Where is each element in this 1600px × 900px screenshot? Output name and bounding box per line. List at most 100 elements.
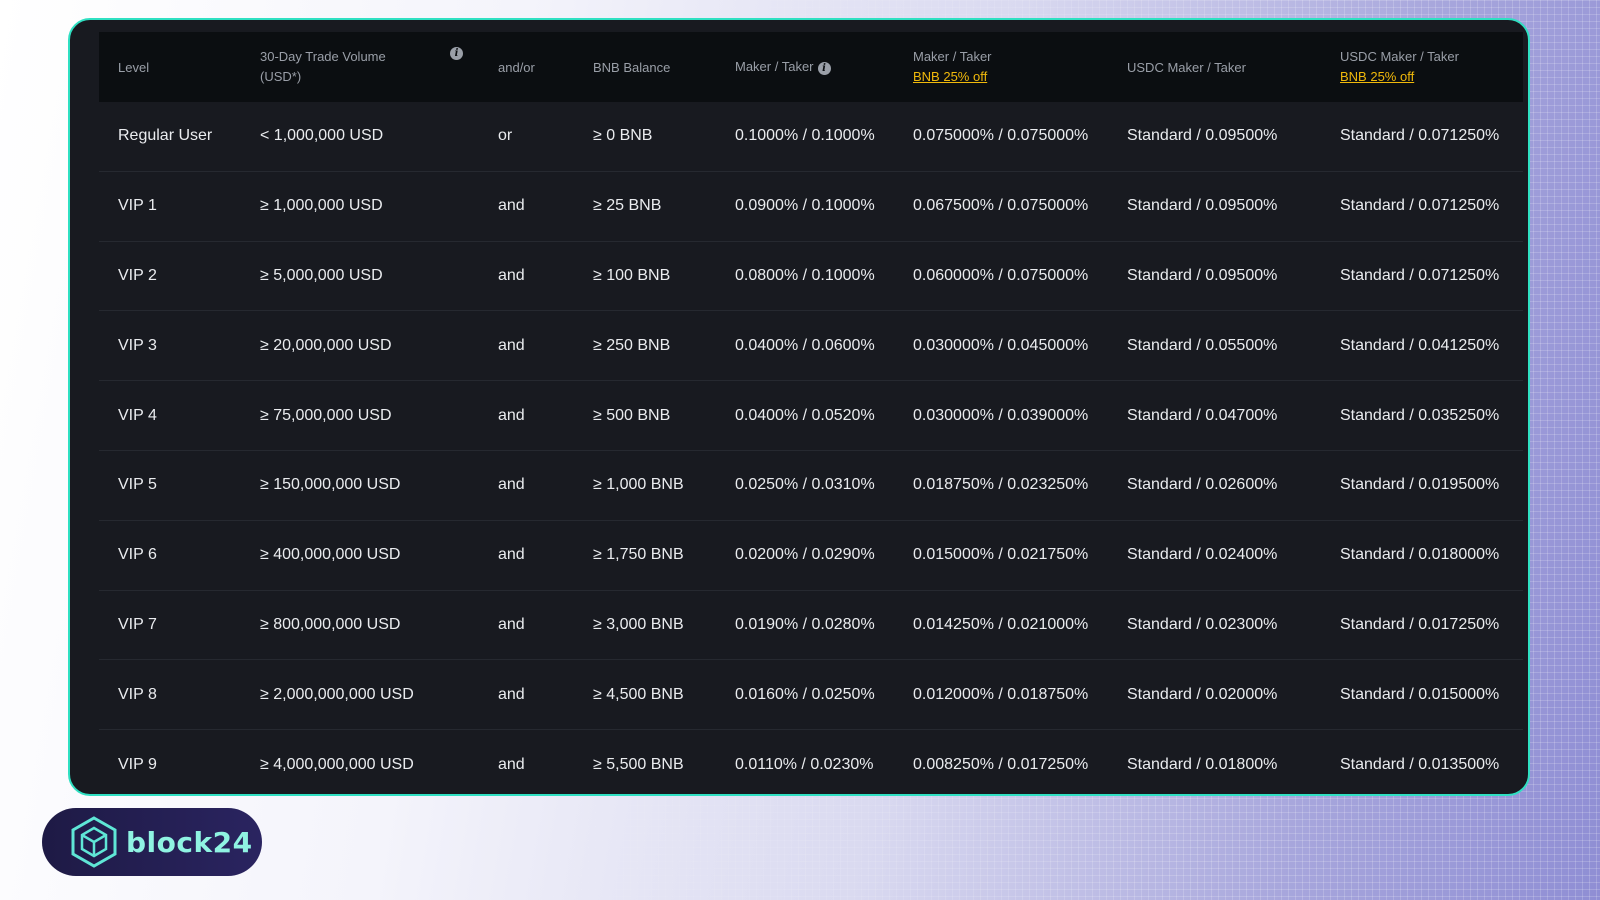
cell-volume: ≥ 4,000,000,000 USD bbox=[260, 756, 414, 774]
table-row: VIP 2 ≥ 5,000,000 USD and ≥ 100 BNB 0.0800% … bbox=[99, 242, 1523, 312]
cell-volume: ≥ 800,000,000 USD bbox=[260, 615, 401, 633]
table-body: Regular User < 1,000,000 USD or ≥ 0 BNB 0.10… bbox=[99, 102, 1523, 794]
cell-volume: ≥ 20,000,000 USD bbox=[260, 336, 392, 354]
cell-bnb-balance: ≥ 4,500 BNB bbox=[593, 685, 684, 703]
cell-usdc-maker-taker: Standard / 0.02300% bbox=[1127, 615, 1278, 633]
info-icon[interactable]: i bbox=[817, 61, 831, 75]
cell-bnb-balance: ≥ 500 BNB bbox=[593, 406, 671, 424]
cell-volume: ≥ 1,000,000 USD bbox=[260, 197, 383, 215]
table-row: VIP 3 ≥ 20,000,000 USD and ≥ 250 BNB 0.0400%… bbox=[99, 311, 1523, 382]
cell-maker-taker-bnb: 0.030000% / 0.039000% bbox=[913, 406, 1089, 424]
table-row: VIP 4 ≥ 75,000,000 USD and ≥ 500 BNB 0.0400%… bbox=[99, 381, 1523, 451]
cell-bnb-balance: ≥ 250 BNB bbox=[593, 336, 671, 354]
cell-level: Regular User bbox=[118, 127, 213, 145]
cell-maker-taker: 0.0400% / 0.0600% bbox=[735, 336, 875, 354]
cell-maker-taker: 0.0190% / 0.0280% bbox=[735, 615, 875, 633]
header-level: Level bbox=[118, 59, 150, 75]
fee-table-panel: Level 30-Day Trade Volume (USD*) i and/o… bbox=[68, 18, 1530, 796]
cell-andor: and bbox=[498, 336, 525, 354]
table-row: VIP 6 ≥ 400,000,000 USD and ≥ 1,750 BNB 0.02… bbox=[99, 521, 1523, 591]
info-icon[interactable]: i bbox=[450, 47, 463, 60]
cell-andor: or bbox=[498, 127, 513, 145]
usdc-bnb-discount-link[interactable]: BNB 25% off bbox=[1340, 67, 1523, 87]
cell-andor: and bbox=[498, 615, 525, 633]
cell-usdc-maker-taker-bnb: Standard / 0.041250% bbox=[1340, 336, 1500, 354]
cell-level: VIP 3 bbox=[118, 336, 157, 354]
cell-usdc-maker-taker: Standard / 0.02400% bbox=[1127, 546, 1278, 564]
cell-bnb-balance: ≥ 0 BNB bbox=[593, 127, 653, 145]
cell-usdc-maker-taker-bnb: Standard / 0.035250% bbox=[1340, 406, 1500, 424]
cell-maker-taker-bnb: 0.075000% / 0.075000% bbox=[913, 127, 1089, 145]
header-maker-taker: Maker / Taker i bbox=[716, 59, 894, 75]
cell-level: VIP 6 bbox=[118, 546, 157, 564]
cell-andor: and bbox=[498, 756, 525, 774]
block24-logo: block24 bbox=[42, 808, 262, 876]
cell-bnb-balance: ≥ 25 BNB bbox=[593, 197, 662, 215]
cell-usdc-maker-taker: Standard / 0.09500% bbox=[1127, 127, 1278, 145]
cell-maker-taker: 0.0900% / 0.1000% bbox=[735, 197, 875, 215]
cell-maker-taker-bnb: 0.012000% / 0.018750% bbox=[913, 685, 1089, 703]
cell-maker-taker: 0.0800% / 0.1000% bbox=[735, 266, 875, 284]
cell-maker-taker-bnb: 0.060000% / 0.075000% bbox=[913, 266, 1089, 284]
cell-usdc-maker-taker: Standard / 0.09500% bbox=[1127, 266, 1278, 284]
cell-maker-taker: 0.0200% / 0.0290% bbox=[735, 546, 875, 564]
cell-bnb-balance: ≥ 100 BNB bbox=[593, 266, 671, 284]
cell-bnb-balance: ≥ 3,000 BNB bbox=[593, 615, 684, 633]
header-andor: and/or bbox=[498, 59, 535, 75]
logo-text: block24 bbox=[126, 825, 253, 859]
header-volume-unit: (USD*) bbox=[260, 69, 302, 84]
cell-andor: and bbox=[498, 476, 525, 494]
cell-usdc-maker-taker-bnb: Standard / 0.071250% bbox=[1340, 127, 1500, 145]
hexagon-cube-icon bbox=[71, 816, 117, 868]
cell-usdc-maker-taker-bnb: Standard / 0.015000% bbox=[1340, 685, 1500, 703]
cell-usdc-maker-taker-bnb: Standard / 0.018000% bbox=[1340, 546, 1500, 564]
cell-andor: and bbox=[498, 197, 525, 215]
cell-usdc-maker-taker: Standard / 0.02000% bbox=[1127, 685, 1278, 703]
cell-andor: and bbox=[498, 266, 525, 284]
table-row: Regular User < 1,000,000 USD or ≥ 0 BNB 0.10… bbox=[99, 102, 1523, 172]
cell-maker-taker-bnb: 0.030000% / 0.045000% bbox=[913, 336, 1089, 354]
cell-andor: and bbox=[498, 546, 525, 564]
cell-maker-taker: 0.0250% / 0.0310% bbox=[735, 476, 875, 494]
cell-usdc-maker-taker-bnb: Standard / 0.013500% bbox=[1340, 756, 1500, 774]
table-row: VIP 8 ≥ 2,000,000,000 USD and ≥ 4,500 BNB 0.… bbox=[99, 660, 1523, 731]
cell-level: VIP 1 bbox=[118, 197, 157, 215]
header-usdc-maker-taker: USDC Maker / Taker bbox=[1127, 59, 1246, 75]
cell-volume: ≥ 150,000,000 USD bbox=[260, 476, 401, 494]
cell-level: VIP 4 bbox=[118, 406, 157, 424]
cell-level: VIP 2 bbox=[118, 266, 157, 284]
cell-usdc-maker-taker: Standard / 0.04700% bbox=[1127, 406, 1278, 424]
header-usdc-maker-taker-bnb: USDC Maker / Taker BNB 25% off bbox=[1321, 47, 1523, 87]
cell-maker-taker-bnb: 0.015000% / 0.021750% bbox=[913, 546, 1089, 564]
header-bnb-balance: BNB Balance bbox=[593, 59, 671, 75]
cell-andor: and bbox=[498, 406, 525, 424]
cell-maker-taker-bnb: 0.014250% / 0.021000% bbox=[913, 615, 1089, 633]
table-row: VIP 7 ≥ 800,000,000 USD and ≥ 3,000 BNB 0.01… bbox=[99, 591, 1523, 661]
cell-volume: ≥ 2,000,000,000 USD bbox=[260, 685, 414, 703]
cell-maker-taker: 0.0400% / 0.0520% bbox=[735, 406, 875, 424]
cell-level: VIP 7 bbox=[118, 615, 157, 633]
cell-usdc-maker-taker: Standard / 0.01800% bbox=[1127, 756, 1278, 774]
cell-level: VIP 5 bbox=[118, 476, 157, 494]
bnb-discount-link[interactable]: BNB 25% off bbox=[913, 67, 1108, 87]
cell-level: VIP 8 bbox=[118, 685, 157, 703]
header-volume: 30-Day Trade Volume (USD*) i bbox=[241, 47, 479, 87]
cell-usdc-maker-taker-bnb: Standard / 0.071250% bbox=[1340, 197, 1500, 215]
header-maker-taker-label: Maker / Taker bbox=[735, 59, 814, 75]
cell-maker-taker: 0.0110% / 0.0230% bbox=[735, 756, 874, 774]
header-usdc-maker-taker-bnb-label: USDC Maker / Taker bbox=[1340, 49, 1459, 64]
cell-volume: ≥ 400,000,000 USD bbox=[260, 546, 401, 564]
cell-volume: ≥ 5,000,000 USD bbox=[260, 266, 383, 284]
cell-volume: ≥ 75,000,000 USD bbox=[260, 406, 392, 424]
cell-andor: and bbox=[498, 685, 525, 703]
table-header: Level 30-Day Trade Volume (USD*) i and/o… bbox=[99, 32, 1523, 102]
cell-bnb-balance: ≥ 1,000 BNB bbox=[593, 476, 684, 494]
cell-maker-taker-bnb: 0.067500% / 0.075000% bbox=[913, 197, 1089, 215]
cell-volume: < 1,000,000 USD bbox=[260, 127, 384, 145]
cell-maker-taker-bnb: 0.018750% / 0.023250% bbox=[913, 476, 1089, 494]
cell-usdc-maker-taker-bnb: Standard / 0.019500% bbox=[1340, 476, 1500, 494]
table-row: VIP 1 ≥ 1,000,000 USD and ≥ 25 BNB 0.0900% /… bbox=[99, 172, 1523, 242]
fee-table: Level 30-Day Trade Volume (USD*) i and/o… bbox=[99, 32, 1523, 794]
cell-maker-taker: 0.0160% / 0.0250% bbox=[735, 685, 875, 703]
cell-usdc-maker-taker: Standard / 0.09500% bbox=[1127, 197, 1278, 215]
